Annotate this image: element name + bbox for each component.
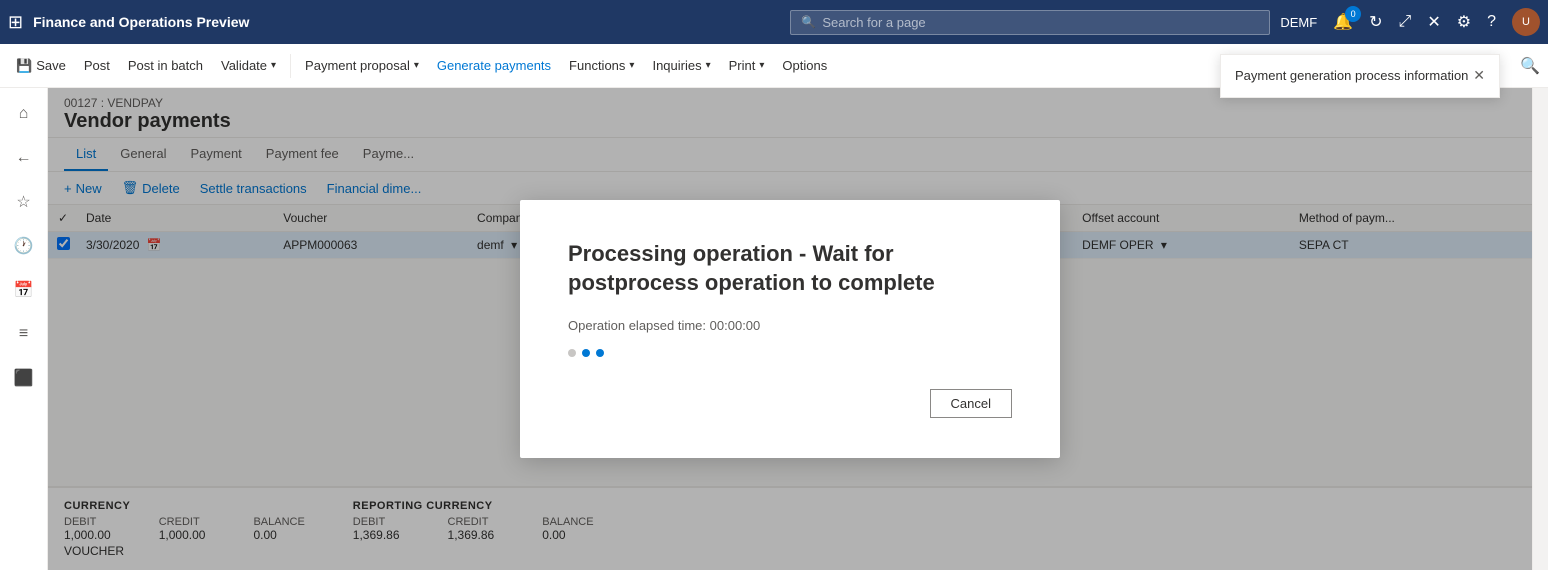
sidebar-icon-filter[interactable]: ≡: [6, 316, 42, 352]
save-icon: 💾: [16, 58, 32, 74]
settings-icon[interactable]: ⚙: [1457, 12, 1471, 32]
functions-chevron: ▾: [629, 60, 634, 71]
info-panel: Payment generation process information ✕: [1220, 54, 1500, 98]
grid-icon[interactable]: ⊞: [8, 12, 23, 33]
top-nav-icons: DEMF 🔔 0 ↻ ⤢ ✕ ⚙ ? U: [1280, 8, 1540, 36]
save-button[interactable]: 💾 Save: [8, 52, 74, 80]
modal-title: Processing operation - Wait for postproc…: [568, 240, 1012, 297]
bell-icon[interactable]: 🔔 0: [1333, 12, 1353, 32]
sidebar: ⌂ ← ☆ 🕐 📅 ≡ ⬛: [0, 88, 48, 570]
notification-badge: 0: [1345, 6, 1361, 22]
processing-modal: Processing operation - Wait for postproc…: [520, 200, 1060, 457]
dot-2: [582, 349, 590, 357]
dot-3: [596, 349, 604, 357]
cmd-search-icon[interactable]: 🔍: [1520, 56, 1540, 76]
help-icon[interactable]: ?: [1487, 13, 1496, 31]
search-bar[interactable]: 🔍 Search for a page: [790, 10, 1270, 35]
functions-button[interactable]: Functions ▾: [561, 52, 642, 79]
separator-1: [290, 54, 291, 78]
validate-button[interactable]: Validate ▾: [213, 52, 284, 79]
inquiries-chevron: ▾: [706, 60, 711, 71]
options-button[interactable]: Options: [774, 52, 835, 79]
modal-actions: Cancel: [568, 389, 1012, 418]
print-chevron: ▾: [759, 60, 764, 71]
expand-icon[interactable]: ⤢: [1399, 13, 1412, 31]
sidebar-icon-home[interactable]: ⌂: [6, 96, 42, 132]
validate-chevron: ▾: [271, 60, 276, 71]
sidebar-icon-back[interactable]: ←: [6, 140, 42, 176]
info-panel-header: Payment generation process information ✕: [1221, 55, 1499, 97]
user-name: DEMF: [1280, 15, 1317, 30]
dot-1: [568, 349, 576, 357]
sidebar-icon-calendar[interactable]: 📅: [6, 272, 42, 308]
print-button[interactable]: Print ▾: [721, 52, 773, 79]
loading-dots: [568, 349, 1012, 357]
sidebar-icon-favorites[interactable]: ☆: [6, 184, 42, 220]
post-batch-button[interactable]: Post in batch: [120, 52, 211, 79]
generate-payments-button[interactable]: Generate payments: [429, 52, 559, 79]
refresh-icon[interactable]: ↻: [1369, 12, 1382, 32]
cancel-button[interactable]: Cancel: [930, 389, 1012, 418]
payment-proposal-button[interactable]: Payment proposal ▾: [297, 52, 427, 79]
info-panel-close-button[interactable]: ✕: [1473, 67, 1485, 84]
info-panel-title: Payment generation process information: [1235, 67, 1468, 85]
elapsed-label: Operation elapsed time:: [568, 318, 706, 333]
sidebar-icon-recent[interactable]: 🕐: [6, 228, 42, 264]
sidebar-icon-filter-active[interactable]: ⬛: [6, 360, 42, 396]
modal-elapsed: Operation elapsed time: 00:00:00: [568, 318, 1012, 333]
modal-overlay: Processing operation - Wait for postproc…: [48, 88, 1532, 570]
main-content-area: 00127 : VENDPAY Vendor payments List Gen…: [48, 88, 1532, 570]
search-icon: 🔍: [801, 15, 816, 29]
main-layout: ⌂ ← ☆ 🕐 📅 ≡ ⬛ 00127 : VENDPAY Vendor pay…: [0, 88, 1548, 570]
elapsed-time: 00:00:00: [710, 318, 761, 333]
search-placeholder: Search for a page: [822, 15, 925, 30]
app-title: Finance and Operations Preview: [33, 14, 780, 30]
right-scrollbar[interactable]: [1532, 88, 1548, 570]
top-nav: ⊞ Finance and Operations Preview 🔍 Searc…: [0, 0, 1548, 44]
user-avatar[interactable]: U: [1512, 8, 1540, 36]
post-button[interactable]: Post: [76, 52, 118, 79]
payment-proposal-chevron: ▾: [414, 60, 419, 71]
inquiries-button[interactable]: Inquiries ▾: [644, 52, 718, 79]
close-icon[interactable]: ✕: [1427, 12, 1440, 32]
